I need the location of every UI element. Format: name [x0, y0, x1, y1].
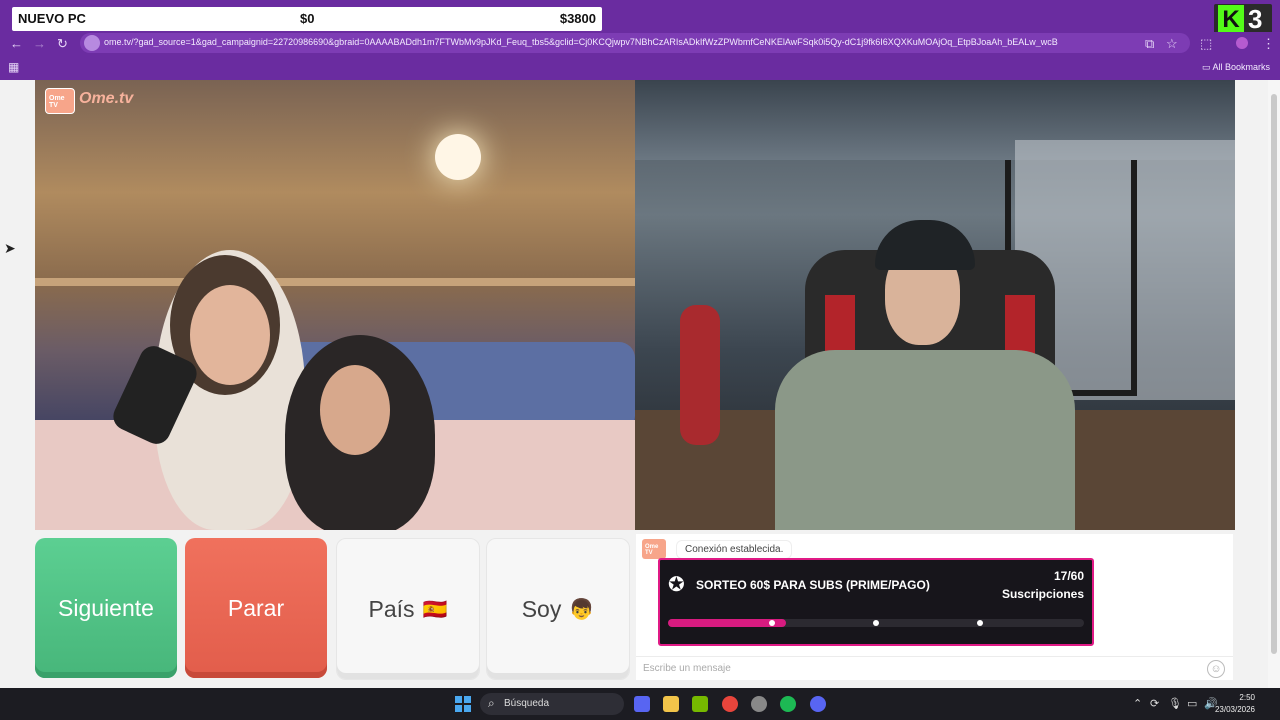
url-text: ome.tv/?gad_source=1&gad_campaignid=2272… [104, 37, 1058, 47]
country-button-label: País [368, 595, 415, 622]
ometv-logo-icon: Ome TV [45, 88, 75, 114]
forward-icon[interactable]: → [33, 36, 46, 51]
system-message: Conexión establecida. [676, 540, 793, 559]
sub-goal-count: 17/60 [1053, 569, 1084, 583]
menu-icon[interactable]: ⋮ [1262, 36, 1275, 52]
taskbar-clock[interactable]: 2:50 23/03/2026 [1215, 692, 1255, 716]
scrollbar-thumb[interactable] [1271, 94, 1277, 654]
taskbar-search[interactable]: ⌕ Búsqueda [480, 693, 624, 715]
discord-icon[interactable] [810, 696, 826, 712]
stop-button[interactable]: Parar [185, 538, 327, 678]
address-bar-row: ← → ↻ ome.tv/?gad_source=1&gad_campaigni… [0, 32, 1280, 54]
shelf [35, 278, 635, 286]
person-right-face [320, 365, 390, 455]
boy-icon: 👦 [569, 598, 595, 621]
own-camera-video [635, 80, 1235, 530]
nvidia-icon[interactable] [692, 696, 708, 712]
apps-grid-icon[interactable]: ▦ [8, 60, 19, 74]
page-scrollbar[interactable] [1268, 80, 1280, 688]
emoji-icon[interactable]: ☺ [1207, 660, 1225, 678]
next-button[interactable]: Siguiente [35, 538, 177, 678]
goal-overlay: NUEVO PC $0 $3800 [12, 7, 602, 31]
streamer-torso [775, 350, 1075, 530]
profile-avatar[interactable] [1236, 37, 1248, 49]
goal-target: $3800 [559, 11, 596, 26]
sub-goal-overlay: ✪ SORTEO 60$ PARA SUBS (PRIME/PAGO) 17/6… [658, 558, 1094, 646]
browser-tab-strip: NUEVO PC $0 $3800 K 3 [0, 0, 1280, 36]
sub-goal-milestone-dot [769, 620, 775, 626]
kick-logo-icon: K [1218, 5, 1244, 35]
meet-icon[interactable] [634, 696, 650, 712]
gender-button[interactable]: Soy 👦 [486, 538, 630, 680]
streamer-cap [875, 220, 975, 270]
person-left-face [190, 285, 270, 385]
obs-icon[interactable] [751, 696, 767, 712]
stranger-video: Ome TV Ome.tv [35, 80, 635, 530]
punching-bag [680, 305, 720, 445]
goal-current: $0 [300, 11, 315, 26]
bookmark-star-icon[interactable]: ☆ [1166, 36, 1178, 52]
taskbar-search-label: Búsqueda [504, 698, 550, 709]
stop-button-label: Parar [227, 594, 285, 621]
network-icon[interactable]: ▭ [1187, 697, 1197, 710]
star-icon: ✪ [668, 574, 685, 596]
install-icon[interactable]: ⧉ [1145, 36, 1154, 52]
back-icon[interactable]: ← [10, 36, 23, 51]
sub-goal-progress-track [668, 619, 1084, 627]
country-button[interactable]: País 🇪🇸 [336, 538, 480, 680]
clock-time: 2:50 [1239, 693, 1255, 702]
goal-title: NUEVO PC [18, 11, 86, 26]
spain-flag-icon: 🇪🇸 [422, 598, 448, 621]
microphone-icon[interactable]: 🎙 [1168, 697, 1182, 710]
ometv-logo-icon-text: Ome TV [49, 95, 65, 109]
gender-button-label: Soy [521, 595, 562, 622]
taskbar: ⌕ Búsqueda ⌃ ⟳ 🎙 ▭ 🔊 2:50 23/03/2026 [0, 688, 1280, 720]
extensions-icon[interactable]: ⬚ [1200, 36, 1212, 52]
mouse-cursor-icon: ➤ [4, 240, 16, 256]
tray-chevron-icon[interactable]: ⌃ [1133, 697, 1142, 710]
chrome-icon[interactable] [722, 696, 738, 712]
ometv-logo: Ome TV Ome.tv [45, 88, 145, 114]
all-bookmarks-label: All Bookmarks [1212, 62, 1270, 72]
message-input[interactable]: Escribe un mensaje ☺ [636, 656, 1233, 681]
sub-goal-label: Suscripciones [1001, 587, 1084, 601]
kick-badge-number: 3 [1248, 4, 1263, 34]
reload-icon[interactable]: ↻ [57, 36, 68, 52]
bookmarks-bar: ▦ ▭ All Bookmarks [0, 54, 1280, 80]
sub-goal-milestone-dot [977, 620, 983, 626]
search-icon: ⌕ [488, 696, 495, 710]
clock-date: 23/03/2026 [1214, 705, 1255, 714]
site-info-icon[interactable] [84, 35, 100, 51]
message-placeholder: Escribe un mensaje [643, 663, 731, 674]
ometv-logo-text: Ome.tv [79, 90, 134, 107]
ceiling-lamp [435, 134, 481, 180]
tray-sync-icon[interactable]: ⟳ [1150, 697, 1159, 710]
all-bookmarks-link[interactable]: ▭ All Bookmarks [1202, 62, 1270, 73]
windows-start-icon[interactable] [455, 696, 471, 712]
url-input[interactable]: ome.tv/?gad_source=1&gad_campaignid=2272… [80, 33, 1190, 53]
ometv-chat-icon-text: Ome TV [645, 544, 659, 556]
next-button-label: Siguiente [58, 594, 154, 621]
spotify-icon[interactable] [780, 696, 796, 712]
sub-goal-milestone-dot [873, 620, 879, 626]
ometv-chat-icon: Ome TV [642, 539, 666, 559]
file-explorer-icon[interactable] [663, 696, 679, 712]
sub-goal-title: SORTEO 60$ PARA SUBS (PRIME/PAGO) [696, 578, 930, 592]
